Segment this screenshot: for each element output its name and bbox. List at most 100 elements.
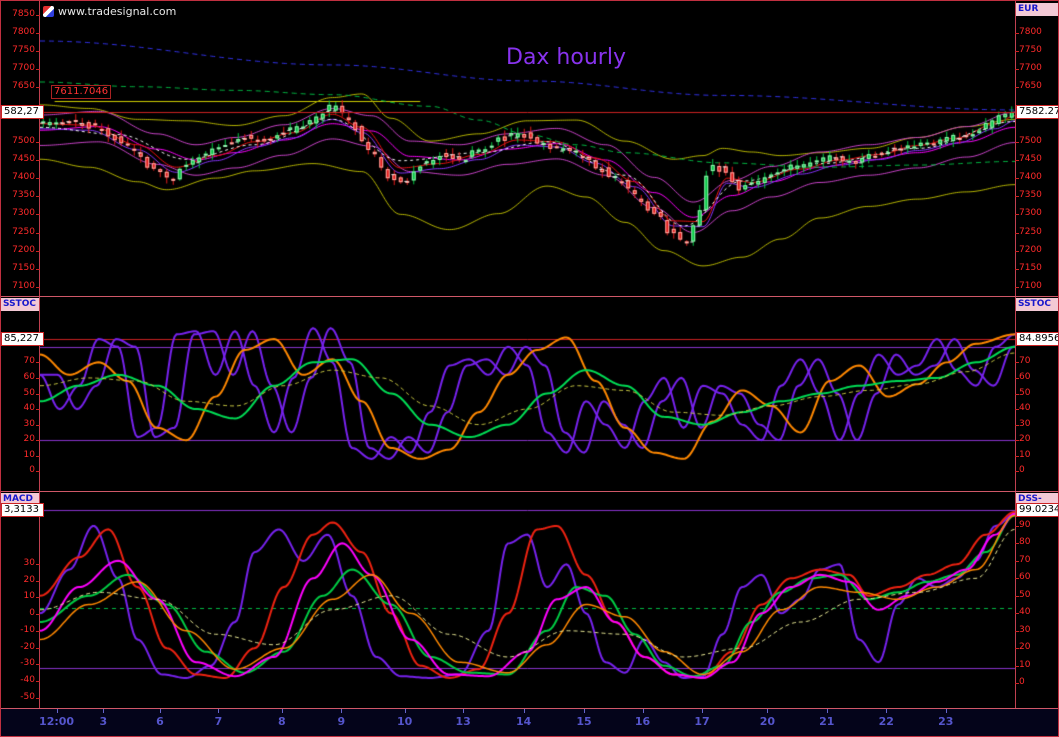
axis-tick-label: 10: [1, 591, 35, 602]
axis-tick-label: 80: [1019, 537, 1059, 548]
axis-tick-label: 7700: [1019, 63, 1059, 74]
axis-tick-label: 7650: [1019, 81, 1059, 92]
time-axis-label: 6: [156, 715, 164, 728]
axis-tick-mark: [36, 440, 40, 441]
axis-tick-mark: [36, 51, 40, 52]
time-axis-tick: [103, 709, 104, 713]
axis-tick-label: 40: [1019, 607, 1059, 618]
axis-tick-mark: [36, 631, 40, 632]
sstoc-label-right: SSTOC: [1016, 298, 1059, 311]
axis-tick-mark: [1015, 596, 1019, 597]
time-axis-label: 12:00: [39, 715, 74, 728]
axis-tick-mark: [1015, 394, 1019, 395]
axis-tick-label: 7500: [1019, 136, 1059, 147]
time-axis-tick: [886, 709, 887, 713]
axis-tick-label: 60: [1, 372, 35, 383]
time-axis-label: 15: [576, 715, 591, 728]
axis-tick-mark: [36, 681, 40, 682]
axis-tick-mark: [36, 251, 40, 252]
axis-tick-label: 30: [1, 419, 35, 430]
current-price-left-box: 582,27: [1, 105, 44, 119]
axis-tick-mark: [1015, 269, 1019, 270]
chart-title: Dax hourly: [506, 45, 626, 70]
axis-tick-label: 40: [1019, 403, 1059, 414]
axis-tick-label: 70: [1019, 356, 1059, 367]
axis-tick-label: 50: [1, 388, 35, 399]
axis-tick-mark: [36, 698, 40, 699]
axis-tick-mark: [1015, 648, 1019, 649]
axis-tick-label: 7300: [1, 208, 35, 219]
axis-tick-label: 7500: [1, 136, 35, 147]
axis-tick-label: 7750: [1, 45, 35, 56]
axis-tick-label: 0: [1, 608, 35, 619]
axis-tick-label: 20: [1019, 642, 1059, 653]
axis-tick-label: 7800: [1019, 27, 1059, 38]
axis-tick-mark: [36, 69, 40, 70]
axis-tick-mark: [36, 648, 40, 649]
axis-tick-label: -30: [1, 658, 35, 669]
axis-tick-label: -20: [1, 642, 35, 653]
macd-value-left-box: 3,3133: [1, 503, 44, 517]
time-axis-tick: [524, 709, 525, 713]
axis-tick-label: 50: [1019, 388, 1059, 399]
tradesignal-logo-icon: [43, 6, 54, 17]
time-axis-label: 10: [397, 715, 412, 728]
panel-separator: [1, 491, 1059, 492]
price-level-annotation: 7611.7046: [51, 85, 111, 99]
time-axis-tick: [57, 709, 58, 713]
time-axis-tick: [463, 709, 464, 713]
time-axis-label: 16: [635, 715, 650, 728]
time-axis-label: 3: [100, 715, 108, 728]
axis-tick-label: -40: [1, 675, 35, 686]
axis-tick-mark: [36, 597, 40, 598]
axis-tick-mark: [1015, 196, 1019, 197]
axis-tick-label: 60: [1019, 572, 1059, 583]
sstoc-panel-canvas[interactable]: [40, 297, 1015, 490]
axis-tick-mark: [1015, 178, 1019, 179]
axis-tick-label: 7350: [1, 190, 35, 201]
axis-tick-mark: [36, 581, 40, 582]
time-axis-tick: [282, 709, 283, 713]
axis-tick-label: 7800: [1, 27, 35, 38]
axis-tick-label: 20: [1, 575, 35, 586]
time-axis-label: 22: [879, 715, 894, 728]
axis-tick-mark: [1015, 409, 1019, 410]
axis-tick-mark: [36, 394, 40, 395]
time-axis-tick: [767, 709, 768, 713]
axis-tick-label: 40: [1, 403, 35, 414]
axis-tick-label: -50: [1, 692, 35, 703]
axis-tick-label: 7400: [1, 172, 35, 183]
axis-tick-mark: [1015, 471, 1019, 472]
watermark-text: www.tradesignal.com: [58, 5, 176, 18]
axis-tick-label: 20: [1, 434, 35, 445]
axis-tick-mark: [1015, 613, 1019, 614]
axis-tick-mark: [36, 142, 40, 143]
axis-tick-mark: [1015, 543, 1019, 544]
axis-tick-mark: [1015, 561, 1019, 562]
time-axis-label: 14: [516, 715, 531, 728]
time-axis-label: 8: [278, 715, 286, 728]
axis-tick-label: 7450: [1019, 154, 1059, 165]
axis-tick-label: 7350: [1019, 190, 1059, 201]
axis-tick-mark: [1015, 51, 1019, 52]
axis-tick-mark: [1015, 214, 1019, 215]
axis-tick-label: 0: [1019, 465, 1059, 476]
axis-tick-mark: [1015, 251, 1019, 252]
axis-tick-label: 70: [1, 356, 35, 367]
axis-tick-label: 7250: [1019, 227, 1059, 238]
panel-separator: [1, 296, 1059, 297]
time-axis-tick: [702, 709, 703, 713]
macd-panel-canvas[interactable]: [40, 492, 1015, 708]
time-axis-tick: [405, 709, 406, 713]
time-axis-tick: [160, 709, 161, 713]
axis-tick-mark: [36, 178, 40, 179]
axis-tick-mark: [36, 664, 40, 665]
time-axis-label: 13: [455, 715, 470, 728]
axis-tick-label: 0: [1, 465, 35, 476]
current-price-right-box: 7582.27: [1016, 105, 1059, 119]
axis-tick-mark: [36, 456, 40, 457]
axis-tick-mark: [36, 233, 40, 234]
axis-tick-mark: [36, 33, 40, 34]
time-axis-label: 7: [215, 715, 223, 728]
axis-tick-label: 7100: [1, 281, 35, 292]
